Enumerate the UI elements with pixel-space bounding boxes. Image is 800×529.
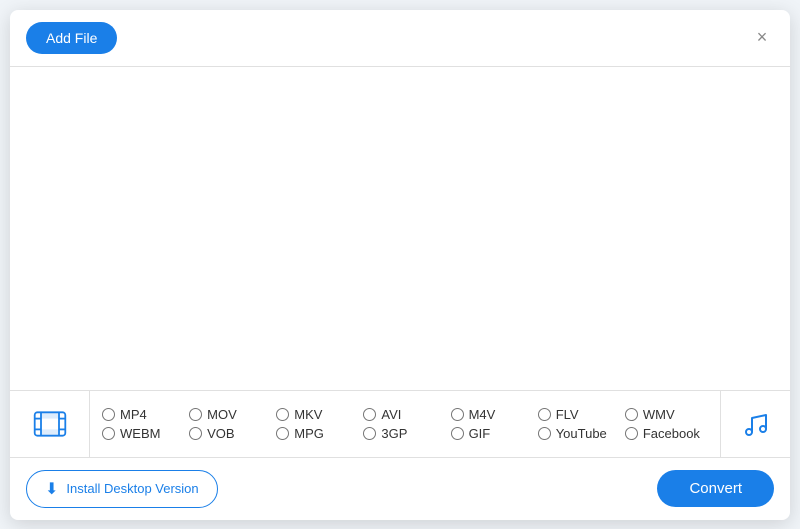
format-option-gif[interactable]: GIF [451, 426, 534, 441]
install-desktop-button[interactable]: ⬇ Install Desktop Version [26, 470, 218, 508]
format-label-facebook: Facebook [643, 426, 700, 441]
film-icon [32, 406, 68, 442]
format-label-3gp: 3GP [381, 426, 407, 441]
format-label-mkv: MKV [294, 407, 322, 422]
music-note-icon [740, 408, 772, 440]
format-label-m4v: M4V [469, 407, 496, 422]
format-option-wmv[interactable]: WMV [625, 407, 708, 422]
format-label-mpg: MPG [294, 426, 324, 441]
format-options-grid: MP4 MOV MKV AVI M4V FLV [90, 399, 720, 449]
format-label-vob: VOB [207, 426, 234, 441]
format-label-webm: WEBM [120, 426, 160, 441]
format-bar: MP4 MOV MKV AVI M4V FLV [10, 390, 790, 458]
format-label-wmv: WMV [643, 407, 675, 422]
download-icon: ⬇ [45, 479, 58, 499]
format-label-youtube: YouTube [556, 426, 607, 441]
format-option-vob[interactable]: VOB [189, 426, 272, 441]
format-option-3gp[interactable]: 3GP [363, 426, 446, 441]
format-option-mkv[interactable]: MKV [276, 407, 359, 422]
format-label-gif: GIF [469, 426, 491, 441]
app-window: Add File × MP4 [10, 10, 790, 520]
close-button[interactable]: × [750, 26, 774, 50]
video-format-section[interactable] [10, 390, 90, 458]
format-option-youtube[interactable]: YouTube [538, 426, 621, 441]
drop-area [10, 67, 790, 390]
format-label-flv: FLV [556, 407, 579, 422]
format-option-mov[interactable]: MOV [189, 407, 272, 422]
header: Add File × [10, 10, 790, 67]
format-label-mov: MOV [207, 407, 237, 422]
format-label-mp4: MP4 [120, 407, 147, 422]
format-option-mp4[interactable]: MP4 [102, 407, 185, 422]
format-label-avi: AVI [381, 407, 401, 422]
format-option-m4v[interactable]: M4V [451, 407, 534, 422]
install-label: Install Desktop Version [66, 481, 198, 496]
format-option-avi[interactable]: AVI [363, 407, 446, 422]
audio-format-section[interactable] [720, 390, 790, 458]
convert-button[interactable]: Convert [657, 470, 774, 507]
format-option-facebook[interactable]: Facebook [625, 426, 708, 441]
format-option-mpg[interactable]: MPG [276, 426, 359, 441]
format-option-flv[interactable]: FLV [538, 407, 621, 422]
add-file-button[interactable]: Add File [26, 22, 117, 54]
format-option-webm[interactable]: WEBM [102, 426, 185, 441]
footer: ⬇ Install Desktop Version Convert [10, 458, 790, 520]
